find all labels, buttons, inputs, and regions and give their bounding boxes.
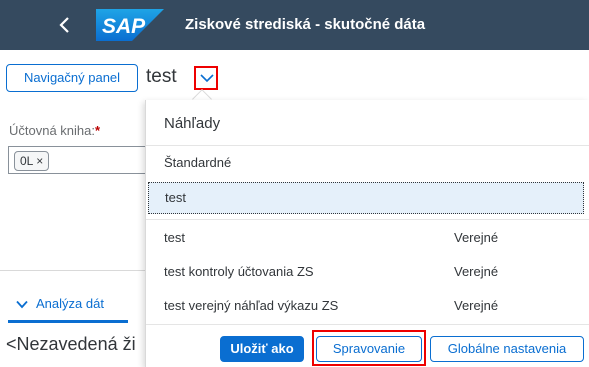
required-mark: * — [95, 123, 101, 138]
variant-item-label: test — [164, 230, 185, 245]
global-settings-button[interactable]: Globálne nastavenia — [430, 336, 584, 362]
sap-logo[interactable]: SAP — [96, 9, 164, 41]
variant-item-label: test verejný náhľad výkazu ZS — [164, 298, 339, 313]
app-title: Ziskové strediská - skutočné dáta — [185, 16, 426, 33]
variant-item-scope: Verejné — [454, 230, 499, 245]
popover-title: Náhľady — [164, 115, 221, 132]
variant-item-label: Štandardné — [164, 155, 232, 170]
variant-item-scope: Verejné — [454, 298, 499, 313]
variant-item[interactable]: test Verejné — [146, 221, 589, 255]
variant-item-label: test — [165, 190, 186, 205]
divider — [0, 270, 148, 271]
back-icon[interactable] — [50, 10, 80, 40]
chevron-down-icon — [200, 74, 214, 83]
variant-toggle-button[interactable] — [194, 66, 218, 90]
manage-button[interactable]: Spravovanie — [316, 336, 422, 362]
shell-header: SAP Ziskové strediská - skutočné dáta — [0, 0, 589, 50]
variant-item[interactable]: test verejný náhľad výkazu ZS Verejné — [146, 289, 589, 323]
ledger-input[interactable]: 0L × — [8, 146, 148, 174]
variant-item-scope: Verejné — [454, 264, 499, 279]
save-as-button[interactable]: Uložiť ako — [220, 336, 304, 362]
variant-item-selected[interactable]: test — [148, 182, 584, 214]
truncated-content-text: <Nezavedená ži — [6, 334, 136, 354]
analysis-tab[interactable]: Analýza dát — [16, 296, 104, 311]
variant-item-standard[interactable]: Štandardné — [146, 146, 589, 180]
tab-underline — [8, 320, 128, 323]
chevron-down-icon — [16, 300, 28, 309]
variant-item[interactable]: test kontroly účtovania ZS Verejné — [146, 255, 589, 289]
ledger-label: Účtovná kniha:* — [9, 123, 101, 138]
svg-text:SAP: SAP — [102, 15, 146, 38]
list-separator — [146, 219, 589, 220]
ledger-token[interactable]: 0L × — [14, 151, 50, 171]
footer-separator — [146, 324, 589, 325]
variant-name[interactable]: test — [146, 64, 177, 92]
variant-item-label: test kontroly účtovania ZS — [164, 264, 314, 279]
navigation-panel-button[interactable]: Navigačný panel — [6, 64, 138, 92]
variants-popover: Náhľady Štandardné test test Verejné tes… — [145, 100, 589, 367]
